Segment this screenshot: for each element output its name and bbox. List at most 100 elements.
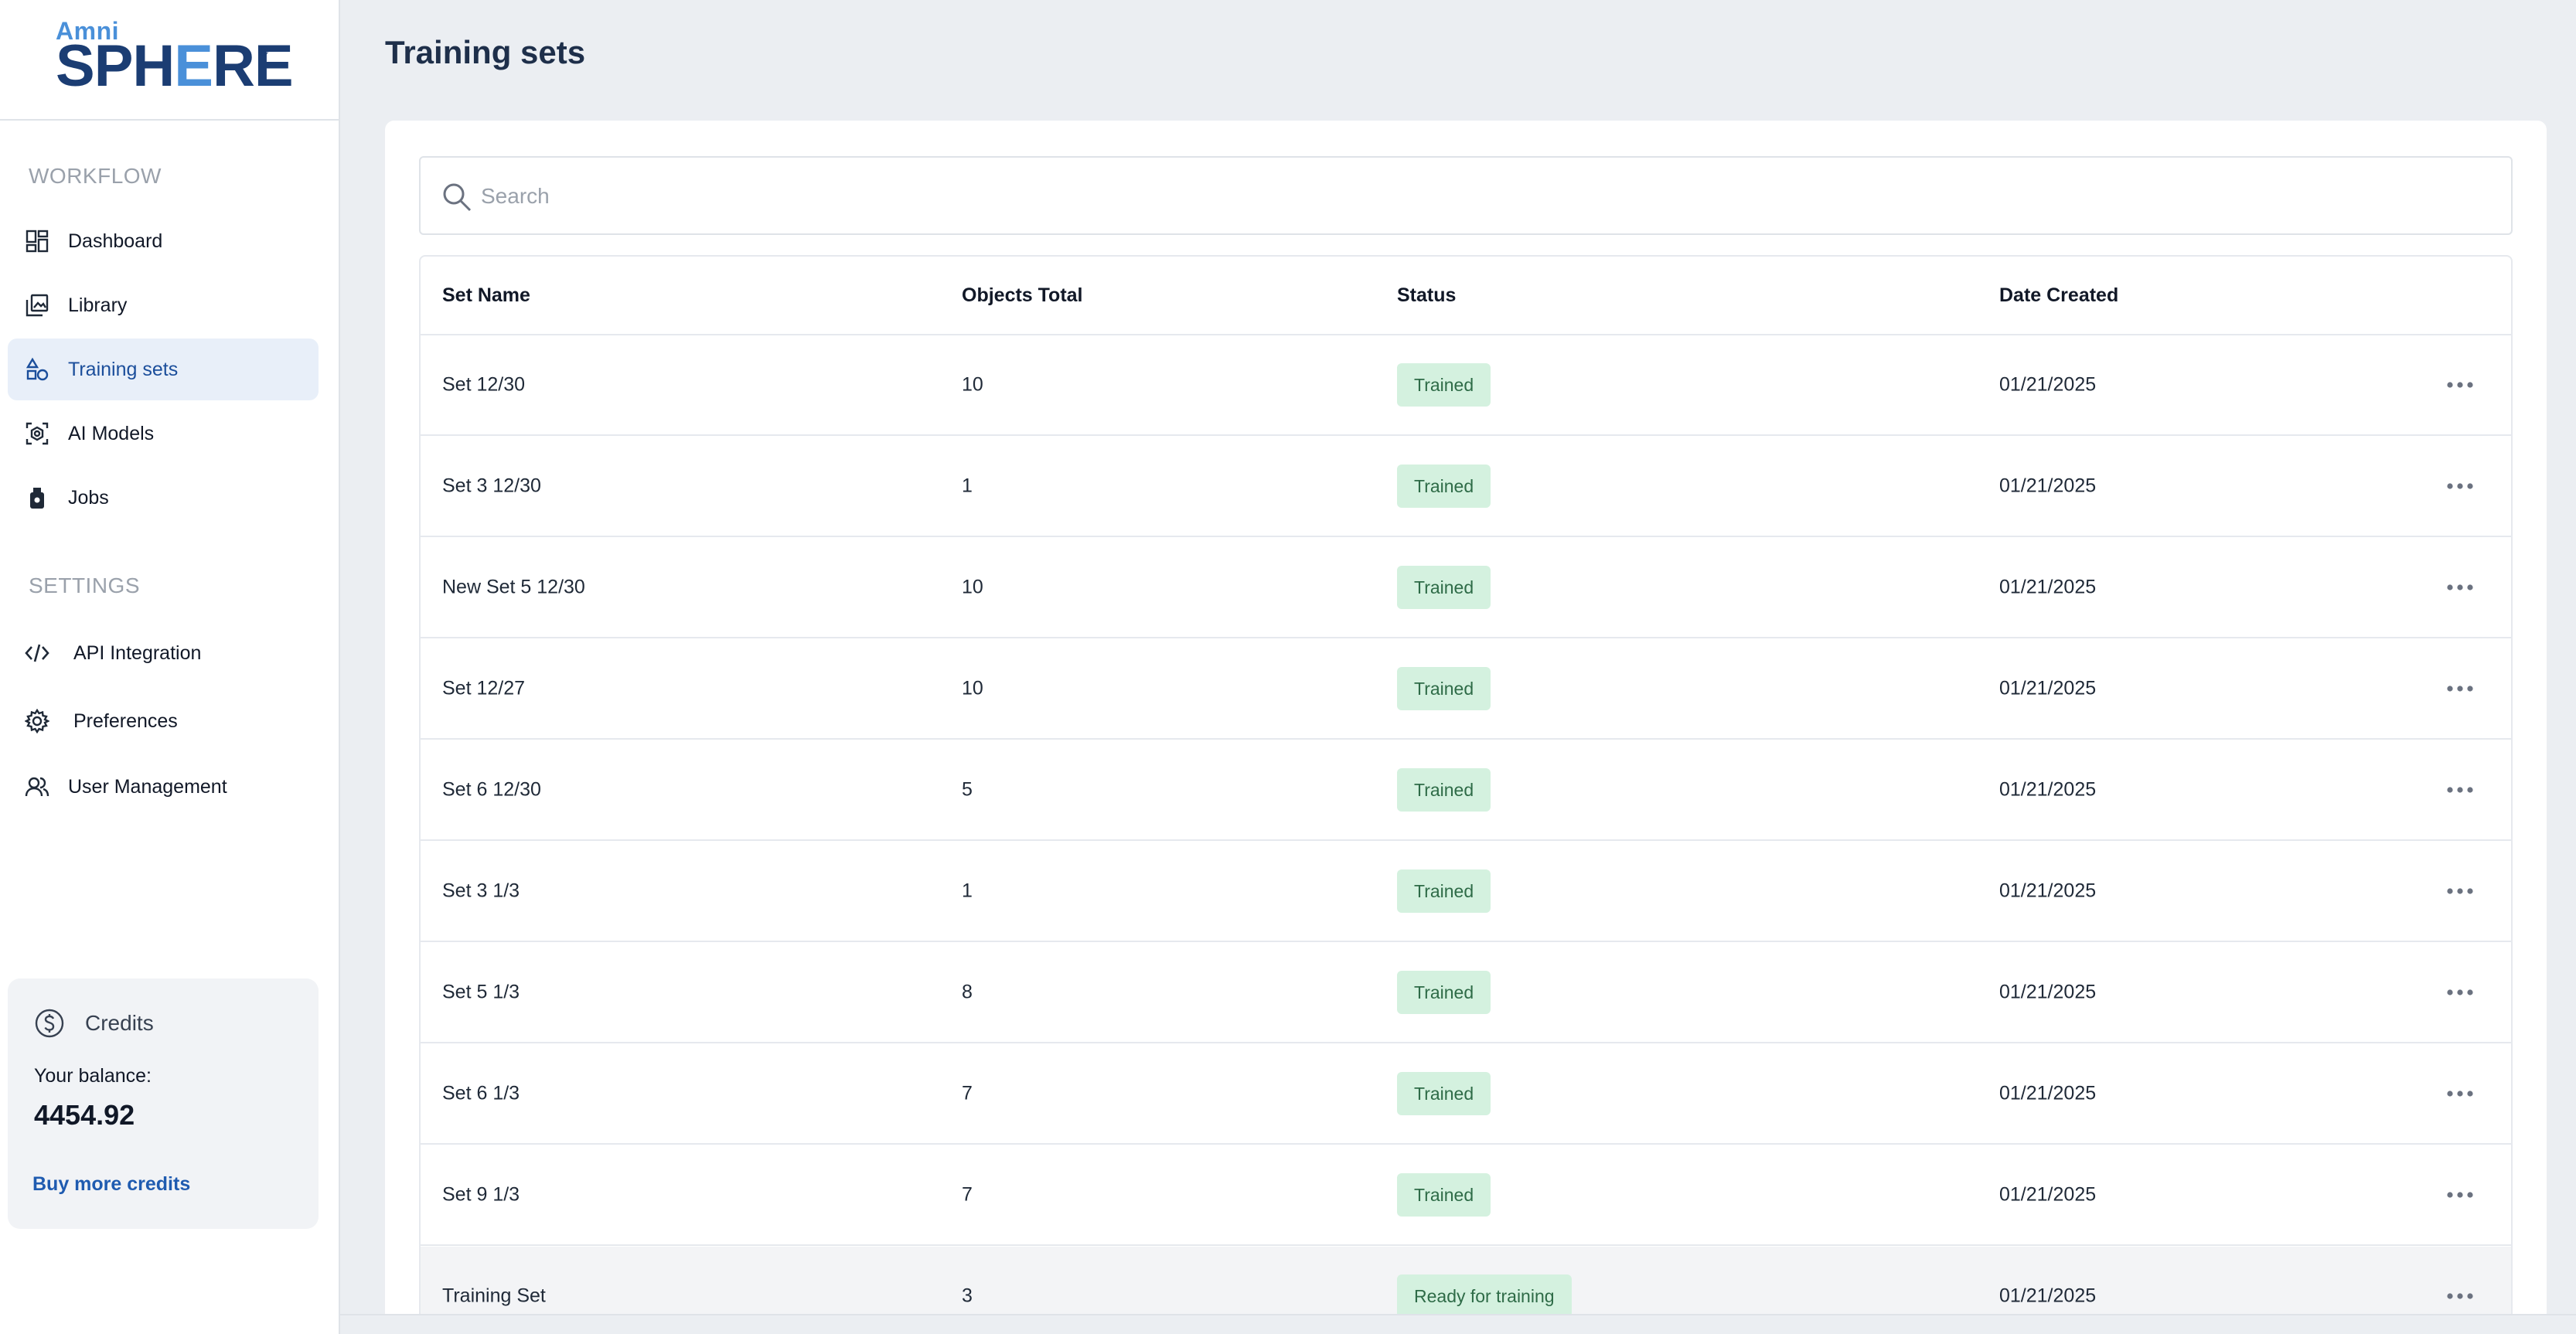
cell-objects-total: 5 [962,778,973,801]
cell-date-created: 01/21/2025 [1999,1285,2097,1307]
cell-date-created: 01/21/2025 [1999,981,2097,1003]
balance-value: 4454.92 [34,1099,135,1131]
cell-set-name: Set 5 1/3 [442,981,520,1003]
cell-set-name: Set 12/27 [442,677,526,699]
cell-date-created: 01/21/2025 [1999,880,2097,902]
code-icon [25,641,49,665]
sidebar-item-training-sets[interactable]: Training sets [8,339,319,400]
sidebar-item-user-management[interactable]: User Management [8,756,319,818]
more-options-icon[interactable] [2445,377,2475,393]
cell-date-created: 01/21/2025 [1999,1183,2097,1206]
status-badge: Trained [1397,768,1491,812]
page-title: Training sets [385,34,586,70]
status-badge: Trained [1397,363,1491,407]
dashboard-icon [25,229,49,254]
table-row[interactable]: Set 6 1/3 7 Trained 01/21/2025 [421,1044,2511,1145]
sidebar-item-library[interactable]: Library [8,274,319,336]
jobs-icon [25,485,49,510]
cell-date-created: 01/21/2025 [1999,778,2097,801]
more-options-icon[interactable] [2445,782,2475,798]
search-box[interactable] [419,156,2513,235]
sidebar-item-label: Library [68,294,128,316]
sidebar-item-ai-models[interactable]: AI Models [8,403,319,465]
cell-objects-total: 1 [962,475,973,497]
table-row[interactable]: New Set 5 12/30 10 Trained 01/21/2025 [421,538,2511,638]
workflow-section-title: WORKFLOW [29,164,162,188]
sidebar-item-label: Training sets [68,358,179,380]
sidebar-item-label: User Management [68,775,227,798]
status-badge: Trained [1397,566,1491,609]
sidebar: Amni SPHERE ® WORKFLOW Dashboard Library [0,0,340,1334]
sidebar-item-label: Jobs [68,486,109,509]
status-badge: Trained [1397,971,1491,1014]
logo-sphere-part: SPH [56,33,175,99]
users-icon [25,774,49,799]
table-row[interactable]: Set 5 1/3 8 Trained 01/21/2025 [421,943,2511,1043]
more-options-icon[interactable] [2445,883,2475,899]
sidebar-item-label: Dashboard [68,230,163,252]
ai-model-icon [25,421,49,446]
cell-set-name: Set 3 12/30 [442,475,541,497]
cell-objects-total: 10 [962,576,983,598]
logo-sphere-part: RE [212,33,294,99]
column-header-status[interactable]: Status [1397,284,1456,307]
sidebar-item-dashboard[interactable]: Dashboard [8,210,319,272]
credits-title: Credits [85,1011,154,1035]
table-row[interactable]: Set 3 12/30 1 Trained 01/21/2025 [421,437,2511,537]
credits-panel: Credits Your balance: 4454.92 Buy more c… [8,978,319,1229]
dollar-circle-icon [34,1008,65,1039]
more-options-icon[interactable] [2445,1086,2475,1101]
sidebar-item-jobs[interactable]: Jobs [8,467,319,529]
more-options-icon[interactable] [2445,580,2475,595]
table-row[interactable]: Set 12/27 10 Trained 01/21/2025 [421,639,2511,740]
cell-set-name: Set 12/30 [442,373,526,396]
more-options-icon[interactable] [2445,1288,2475,1304]
cell-date-created: 01/21/2025 [1999,576,2097,598]
cell-set-name: Set 3 1/3 [442,880,520,902]
cell-objects-total: 7 [962,1082,973,1104]
status-badge: Ready for training [1397,1274,1572,1318]
status-badge: Trained [1397,1072,1491,1115]
cell-date-created: 01/21/2025 [1999,475,2097,497]
search-input[interactable] [481,173,2491,219]
column-header-objects-total[interactable]: Objects Total [962,284,1083,307]
status-badge: Trained [1397,1173,1491,1217]
more-options-icon[interactable] [2445,478,2475,494]
table-row[interactable]: Set 6 12/30 5 Trained 01/21/2025 [421,740,2511,841]
more-options-icon[interactable] [2445,985,2475,1000]
sidebar-item-label: API Integration [73,641,202,664]
cell-set-name: Training Set [442,1285,546,1307]
sidebar-item-label: Preferences [73,710,178,732]
table-row[interactable]: Set 9 1/3 7 Trained 01/21/2025 [421,1145,2511,1246]
column-header-set-name[interactable]: Set Name [442,284,530,307]
training-sets-table: Set Name Objects Total Status Date Creat… [419,255,2513,1334]
cell-date-created: 01/21/2025 [1999,677,2097,699]
buy-credits-link[interactable]: Buy more credits [32,1173,190,1196]
sidebar-item-api-integration[interactable]: API Integration [8,622,319,684]
table-row[interactable]: Set 3 1/3 1 Trained 01/21/2025 [421,842,2511,942]
balance-label: Your balance: [34,1065,152,1087]
status-badge: Trained [1397,465,1491,508]
shapes-icon [25,357,49,382]
table-row[interactable]: Set 12/30 10 Trained 01/21/2025 [421,335,2511,436]
horizontal-scrollbar[interactable] [340,1314,2576,1334]
cell-set-name: Set 6 1/3 [442,1082,520,1104]
library-icon [25,293,49,318]
logo-sphere-mark: E [174,33,213,99]
sidebar-item-preferences[interactable]: Preferences [8,690,319,752]
more-options-icon[interactable] [2445,681,2475,696]
brand-logo[interactable]: Amni SPHERE ® [0,0,339,121]
cell-set-name: Set 6 12/30 [442,778,541,801]
training-sets-card: Set Name Objects Total Status Date Creat… [385,121,2547,1334]
cell-date-created: 01/21/2025 [1999,373,2097,396]
gear-icon [25,709,49,733]
more-options-icon[interactable] [2445,1187,2475,1203]
settings-section-title: SETTINGS [29,573,141,597]
cell-objects-total: 10 [962,677,983,699]
cell-objects-total: 1 [962,880,973,902]
cell-objects-total: 8 [962,981,973,1003]
sidebar-item-label: AI Models [68,422,155,444]
logo-sphere-text: SPHERE [56,37,294,96]
column-header-date-created[interactable]: Date Created [1999,284,2118,307]
cell-objects-total: 7 [962,1183,973,1206]
